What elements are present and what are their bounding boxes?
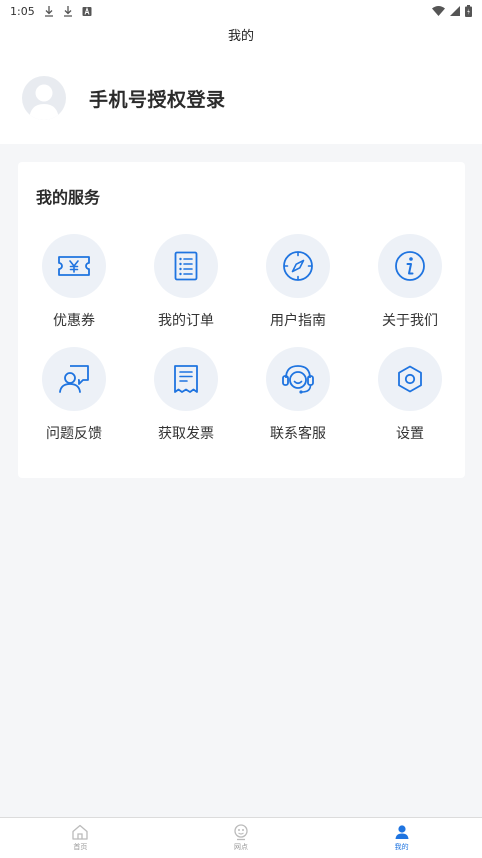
service-label: 我的订单 [158, 313, 214, 329]
login-link[interactable]: 手机号授权登录 [89, 85, 226, 112]
tab-label: 首页 [73, 843, 88, 851]
service-label: 关于我们 [382, 313, 438, 329]
tab-mine[interactable]: 我的 [321, 818, 482, 858]
service-settings[interactable]: 设置 [354, 347, 466, 443]
download-icon [63, 5, 72, 17]
download-icon [44, 5, 53, 17]
service-about-us[interactable]: 关于我们 [354, 234, 466, 330]
service-feedback[interactable]: 问题反馈 [18, 347, 130, 443]
service-label: 设置 [396, 426, 424, 442]
tab-home[interactable]: 首页 [0, 818, 161, 858]
status-right [432, 5, 482, 17]
screen: 1:05 我的 手机号授权登录 我的服务 优惠券 我的订单 用户指南 关于我们 … [0, 0, 482, 858]
tab-label: 网点 [234, 843, 248, 851]
person-icon [395, 825, 409, 839]
services-grid: 优惠券 我的订单 用户指南 关于我们 问题反馈 获取发票 联系客服 设置 [18, 234, 465, 443]
status-bar: 1:05 [0, 0, 482, 22]
service-label: 获取发票 [158, 426, 214, 442]
service-label: 问题反馈 [46, 426, 102, 442]
status-time: 1:05 [10, 4, 35, 18]
signal-icon [450, 6, 460, 16]
tab-bar: 首页 网点 我的 [0, 817, 482, 858]
outlet-icon [234, 824, 248, 841]
battery-icon [465, 5, 472, 17]
status-left: 1:05 [0, 5, 92, 18]
invoice-icon [154, 347, 218, 411]
avatar[interactable] [22, 76, 66, 120]
service-user-guide[interactable]: 用户指南 [242, 234, 354, 330]
service-coupon[interactable]: 优惠券 [18, 234, 130, 330]
title-bar: 我的 [0, 22, 482, 52]
tab-outlets[interactable]: 网点 [161, 818, 322, 858]
services-title: 我的服务 [36, 188, 101, 207]
service-label: 优惠券 [53, 313, 95, 329]
service-label: 用户指南 [270, 313, 326, 329]
page-title: 我的 [227, 29, 254, 44]
service-get-invoice[interactable]: 获取发票 [130, 347, 242, 443]
services-card: 我的服务 优惠券 我的订单 用户指南 关于我们 问题反馈 获取发票 联系客服 设… [18, 162, 465, 478]
customer-service-icon [266, 347, 330, 411]
wifi-icon [432, 6, 445, 16]
service-my-orders[interactable]: 我的订单 [130, 234, 242, 330]
service-customer-service[interactable]: 联系客服 [242, 347, 354, 443]
settings-icon [378, 347, 442, 411]
notification-a-icon [82, 6, 92, 16]
coupon-icon [42, 234, 106, 298]
compass-icon [266, 234, 330, 298]
home-icon [72, 824, 88, 840]
service-label: 联系客服 [270, 426, 326, 442]
tab-label: 我的 [394, 843, 409, 851]
profile-section[interactable]: 手机号授权登录 [0, 52, 482, 144]
order-list-icon [154, 234, 218, 298]
info-icon [378, 234, 442, 298]
avatar-placeholder-icon [29, 84, 59, 120]
feedback-icon [42, 347, 106, 411]
